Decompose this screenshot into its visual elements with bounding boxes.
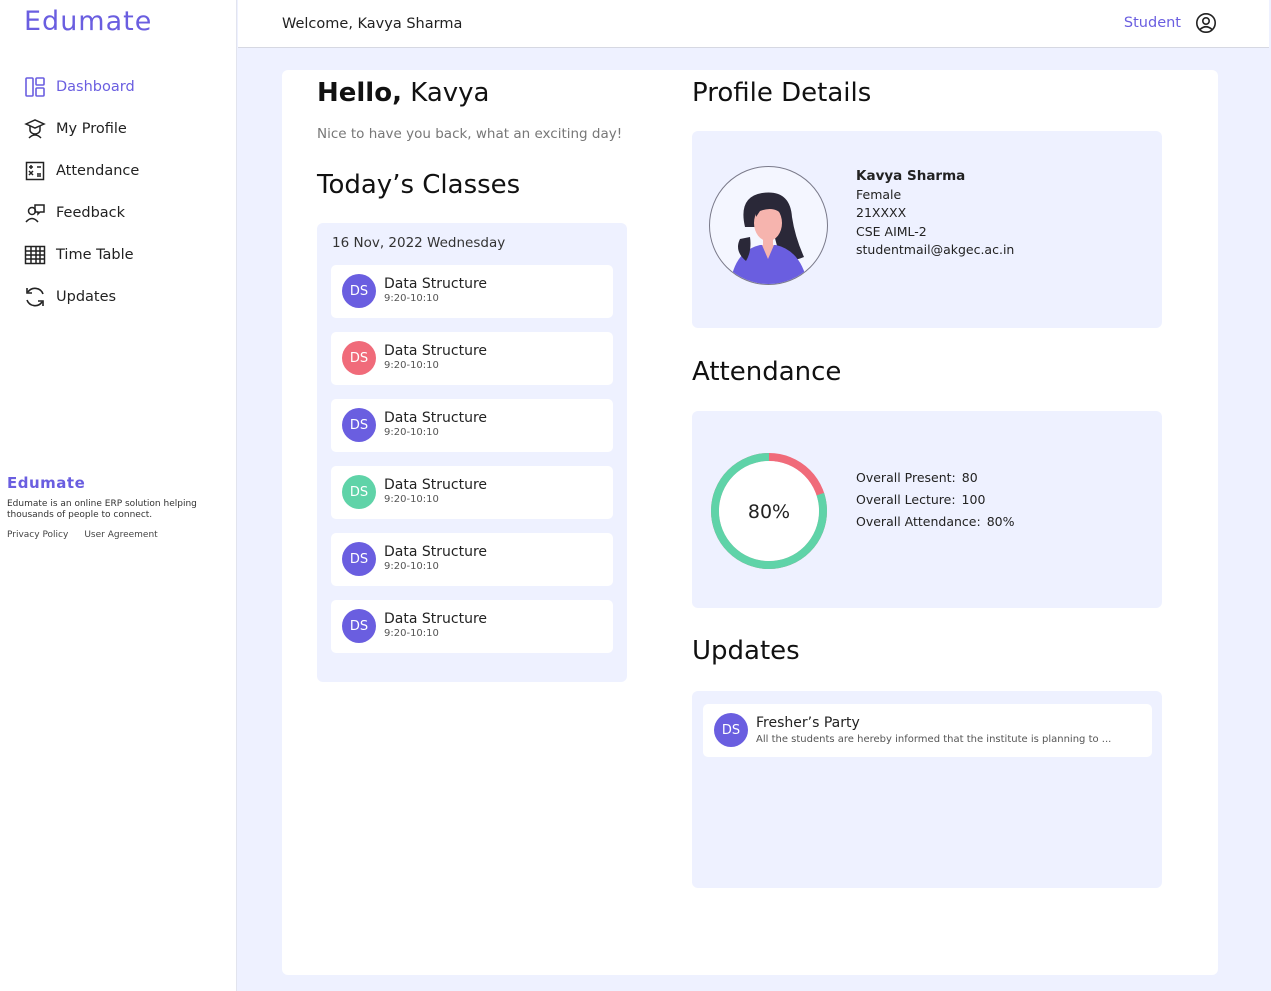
stat-lecture-label: Overall Lecture: <box>856 492 956 507</box>
footer-brand: Edumate <box>7 474 86 492</box>
profile-avatar <box>709 166 828 285</box>
class-time: 9:20-10:10 <box>384 628 439 639</box>
feedback-icon <box>24 202 46 224</box>
donut-percent-label: 80% <box>748 501 790 523</box>
class-avatar: DS <box>342 408 376 442</box>
sidebar-nav: Dashboard My Profile Attendance Feedback… <box>24 66 224 318</box>
class-time: 9:20-10:10 <box>384 293 439 304</box>
sidebar-item-feedback[interactable]: Feedback <box>24 192 224 234</box>
class-avatar: DS <box>342 341 376 375</box>
sidebar-item-label: Feedback <box>56 205 126 221</box>
stat-attendance-value: 80% <box>986 514 1015 529</box>
class-item[interactable]: DS Data Structure 9:20-10:10 <box>331 265 613 318</box>
attendance-donut: 80% <box>711 453 827 569</box>
update-description: All the students are hereby informed tha… <box>756 734 1112 745</box>
privacy-policy-link[interactable]: Privacy Policy <box>7 530 68 540</box>
classes-title: Today’s Classes <box>317 170 521 200</box>
greeting-tagline: Nice to have you back, what an exciting … <box>317 126 623 142</box>
refresh-icon <box>24 286 46 308</box>
profile-gender: Female <box>856 186 902 202</box>
stat-present: Overall Present: 80 <box>856 467 1014 489</box>
graduate-icon <box>24 118 46 140</box>
class-name: Data Structure <box>384 410 488 426</box>
attendance-stats: Overall Present: 80 Overall Lecture: 100 O… <box>856 467 1014 533</box>
sidebar-item-label: Updates <box>56 289 117 305</box>
class-avatar: DS <box>342 274 376 308</box>
user-agreement-link[interactable]: User Agreement <box>84 530 157 540</box>
table-icon <box>24 244 46 266</box>
classes-panel: 16 Nov, 2022 Wednesday DS Data Structure… <box>317 223 627 682</box>
updates-panel: DS Fresher’s Party All the students are … <box>692 691 1162 888</box>
role-label[interactable]: Student <box>1124 15 1181 31</box>
class-item[interactable]: DS Data Structure 9:20-10:10 <box>331 399 613 452</box>
profile-roll: 21XXXX <box>856 205 907 220</box>
stat-attendance-label: Overall Attendance: <box>856 514 981 529</box>
attendance-panel: 80% Overall Present: 80 Overall Lecture: 1… <box>692 411 1162 608</box>
greeting-hello: Hello, <box>317 78 402 108</box>
sidebar-item-dashboard[interactable]: Dashboard <box>24 66 224 108</box>
profile-title: Profile Details <box>692 78 872 108</box>
sidebar-item-label: Attendance <box>56 163 140 179</box>
sidebar-item-attendance[interactable]: Attendance <box>24 150 224 192</box>
class-avatar: DS <box>342 609 376 643</box>
sidebar-item-my-profile[interactable]: My Profile <box>24 108 224 150</box>
classes-date: 16 Nov, 2022 Wednesday <box>332 235 506 251</box>
main-content: Hello, Kavya Nice to have you back, what… <box>282 70 1218 975</box>
profile-name: Kavya Sharma <box>856 168 966 184</box>
class-name: Data Structure <box>384 611 488 627</box>
greeting-heading: Hello, Kavya <box>317 78 489 108</box>
class-item[interactable]: DS Data Structure 9:20-10:10 <box>331 466 613 519</box>
footer-description: Edumate is an online ERP solution helpin… <box>7 499 197 520</box>
sidebar-item-time-table[interactable]: Time Table <box>24 234 224 276</box>
class-item[interactable]: DS Data Structure 9:20-10:10 <box>331 600 613 653</box>
top-header: Welcome, Kavya Sharma Student <box>238 0 1269 48</box>
calculator-icon <box>24 160 46 182</box>
class-item[interactable]: DS Data Structure 9:20-10:10 <box>331 533 613 586</box>
sidebar-item-label: Dashboard <box>56 79 135 95</box>
class-avatar: DS <box>342 542 376 576</box>
class-time: 9:20-10:10 <box>384 494 439 505</box>
dashboard-icon <box>24 76 46 98</box>
class-name: Data Structure <box>384 477 488 493</box>
attendance-title: Attendance <box>692 357 842 387</box>
class-time: 9:20-10:10 <box>384 360 439 371</box>
stat-lecture: Overall Lecture: 100 <box>856 489 1014 511</box>
stat-lecture-value: 100 <box>961 492 986 507</box>
sidebar-item-label: My Profile <box>56 121 127 137</box>
profile-info: Kavya Sharma Female 21XXXX CSE AIML-2 st… <box>856 167 1014 260</box>
user-circle-icon[interactable] <box>1195 12 1217 34</box>
class-time: 9:20-10:10 <box>384 561 439 572</box>
sidebar-item-updates[interactable]: Updates <box>24 276 224 318</box>
welcome-text: Welcome, Kavya Sharma <box>282 16 463 32</box>
sidebar-item-label: Time Table <box>56 247 134 263</box>
update-item[interactable]: DS Fresher’s Party All the students are … <box>703 704 1152 757</box>
brand-logo[interactable]: Edumate <box>24 6 152 37</box>
footer-links: Privacy Policy User Agreement <box>7 530 222 540</box>
class-avatar: DS <box>342 475 376 509</box>
stat-present-value: 80 <box>961 470 978 485</box>
updates-title: Updates <box>692 636 800 666</box>
profile-branch: CSE AIML-2 <box>856 223 927 239</box>
sidebar-footer: Edumate Edumate is an online ERP solutio… <box>7 474 222 540</box>
profile-panel: Kavya Sharma Female 21XXXX CSE AIML-2 st… <box>692 131 1162 328</box>
class-name: Data Structure <box>384 276 488 292</box>
sidebar: Edumate Dashboard My Profile Attendance … <box>0 0 237 991</box>
class-name: Data Structure <box>384 544 488 560</box>
class-name: Data Structure <box>384 343 488 359</box>
class-item[interactable]: DS Data Structure 9:20-10:10 <box>331 332 613 385</box>
greeting-name: Kavya <box>410 78 490 108</box>
class-time: 9:20-10:10 <box>384 427 439 438</box>
update-title: Fresher’s Party <box>756 715 860 731</box>
stat-present-label: Overall Present: <box>856 470 956 485</box>
update-avatar: DS <box>714 713 748 747</box>
stat-attendance: Overall Attendance: 80% <box>856 511 1014 533</box>
profile-email: studentmail@akgec.ac.in <box>856 242 1015 257</box>
